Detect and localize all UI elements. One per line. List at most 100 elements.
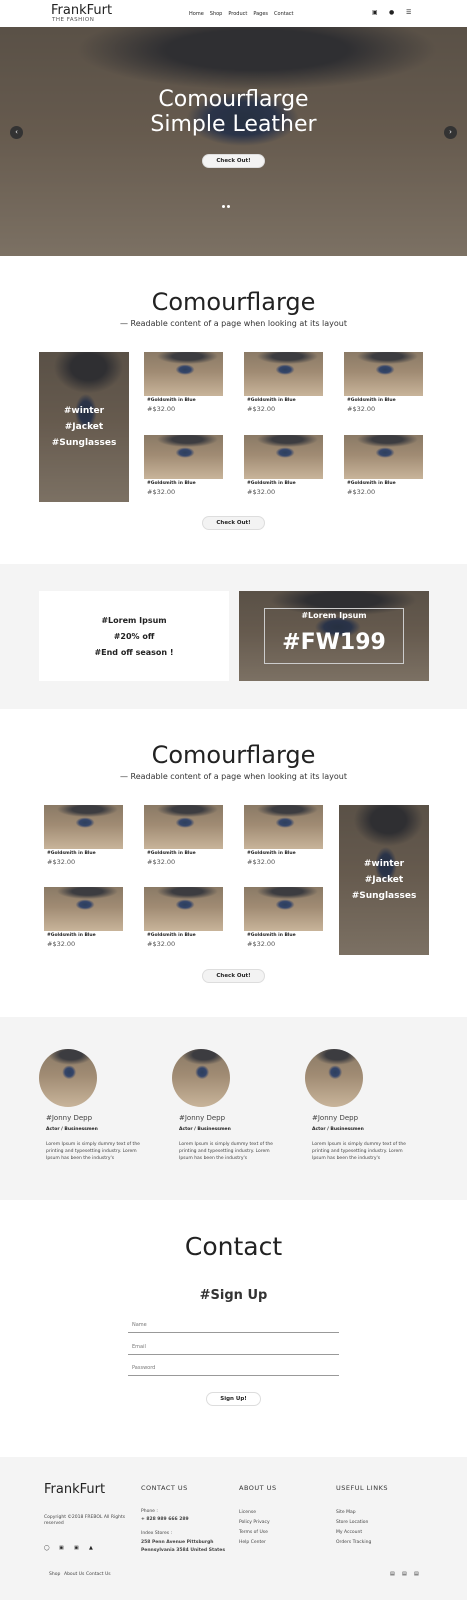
team-name: #Jonny Depp (179, 1114, 226, 1122)
section2-feature-tile[interactable]: #winter #Jacket #Sunglasses (339, 805, 429, 955)
product-image[interactable] (144, 352, 223, 396)
product-image[interactable] (144, 435, 223, 479)
product-card[interactable]: #Goldsmith in Blue #$32.00 (244, 435, 323, 499)
product-name[interactable]: #Goldsmith in Blue (147, 851, 196, 856)
product-name[interactable]: #Goldsmith in Blue (147, 481, 196, 486)
product-name[interactable]: #Goldsmith in Blue (247, 481, 296, 486)
product-card[interactable]: #Goldsmith in Blue #$32.00 (144, 435, 223, 499)
footer-links-heading: USEFUL LINKS (336, 1484, 388, 1492)
hero-title-line2: Simple Leather (150, 112, 317, 137)
linkedin-icon[interactable]: ▣ (59, 1545, 64, 1551)
tag-winter[interactable]: #winter (64, 406, 104, 416)
footer-about-link[interactable]: Help Center (239, 1540, 266, 1545)
nav-home[interactable]: Home (189, 11, 204, 17)
product-name[interactable]: #Goldsmith in Blue (247, 933, 296, 938)
name-field[interactable]: Name (128, 1321, 339, 1333)
product-image[interactable] (44, 887, 123, 931)
hero-check-out-button[interactable]: Check Out! (202, 154, 265, 168)
product-image[interactable] (44, 805, 123, 849)
product-card[interactable]: #Goldsmith in Blue #$32.00 (244, 887, 323, 951)
product-price: #$32.00 (247, 940, 276, 948)
tag-sunglasses[interactable]: #Sunglasses (352, 891, 417, 901)
product-image[interactable] (144, 887, 223, 931)
tag-winter[interactable]: #winter (364, 859, 404, 869)
section2-check-out-button[interactable]: Check Out! (202, 969, 265, 983)
nav-shop[interactable]: Shop (210, 11, 223, 17)
footer-nav-link[interactable]: Contact Us (86, 1572, 111, 1577)
email-field[interactable]: Email (128, 1343, 339, 1355)
slider-prev-button[interactable]: ‹ (10, 126, 23, 139)
team-name: #Jonny Depp (46, 1114, 93, 1122)
footer-useful-link[interactable]: My Account (336, 1530, 362, 1535)
nav-contact[interactable]: Contact (274, 11, 293, 17)
footer-useful-link[interactable]: Store Location (336, 1520, 368, 1525)
bag-icon[interactable]: ▣ (372, 9, 378, 16)
footer-about-link[interactable]: Policy Privacy (239, 1520, 270, 1525)
product-price: #$32.00 (347, 405, 376, 413)
product-image[interactable] (244, 435, 323, 479)
product-name[interactable]: #Goldsmith in Blue (247, 398, 296, 403)
product-card[interactable]: #Goldsmith in Blue #$32.00 (344, 352, 423, 416)
product-card[interactable]: #Goldsmith in Blue #$32.00 (144, 805, 223, 869)
product-name[interactable]: #Goldsmith in Blue (47, 851, 96, 856)
team-role: Actor / Businessmen (312, 1127, 364, 1132)
product-name[interactable]: #Goldsmith in Blue (147, 398, 196, 403)
credit-card-icon: ▤ (414, 1571, 419, 1577)
footer-nav-link[interactable]: Shop (49, 1572, 60, 1577)
section1-subtitle: — Readable content of a page when lookin… (119, 319, 348, 328)
team-avatar (172, 1049, 230, 1107)
product-price: #$32.00 (347, 488, 376, 496)
facebook-icon[interactable]: ▣ (74, 1545, 79, 1551)
slider-next-button[interactable]: › (444, 126, 457, 139)
hero-banner (0, 27, 467, 256)
nav-pages[interactable]: Pages (253, 11, 268, 17)
product-image[interactable] (144, 805, 223, 849)
product-image[interactable] (344, 352, 423, 396)
footer-about-link[interactable]: Terms of Use (239, 1530, 268, 1535)
footer-useful-link[interactable]: Orders Tracking (336, 1540, 371, 1545)
tag-jacket[interactable]: #Jacket (65, 422, 103, 432)
product-image[interactable] (244, 352, 323, 396)
product-name[interactable]: #Goldsmith in Blue (147, 933, 196, 938)
product-card[interactable]: #Goldsmith in Blue #$32.00 (244, 805, 323, 869)
product-image[interactable] (244, 887, 323, 931)
slider-dot[interactable] (227, 205, 230, 208)
promo-line: #20% off (113, 631, 155, 641)
nav-product[interactable]: Product (228, 11, 247, 17)
product-name[interactable]: #Goldsmith in Blue (47, 933, 96, 938)
instagram-icon[interactable]: ◯ (44, 1545, 50, 1551)
product-image[interactable] (244, 805, 323, 849)
brand-logo[interactable]: FrankFurt (51, 3, 112, 18)
team-role: Actor / Businessmen (46, 1127, 98, 1132)
footer-brand[interactable]: FrankFurt (44, 1482, 105, 1497)
footer-about-link[interactable]: License (239, 1510, 256, 1515)
product-card[interactable]: #Goldsmith in Blue #$32.00 (144, 352, 223, 416)
footer-useful-link[interactable]: Site Map (336, 1510, 356, 1515)
product-name[interactable]: #Goldsmith in Blue (347, 481, 396, 486)
product-name[interactable]: #Goldsmith in Blue (347, 398, 396, 403)
twitter-icon[interactable]: ▲ (89, 1545, 93, 1551)
tag-sunglasses[interactable]: #Sunglasses (52, 438, 117, 448)
slider-dot[interactable] (222, 205, 225, 208)
sign-up-button[interactable]: Sign Up! (206, 1392, 261, 1406)
credit-card-icon: ▤ (390, 1571, 395, 1577)
product-card[interactable]: #Goldsmith in Blue #$32.00 (144, 887, 223, 951)
menu-icon[interactable]: ☰ (406, 9, 411, 16)
product-image[interactable] (344, 435, 423, 479)
header: FrankFurt THE FASHION Home Shop Product … (0, 0, 467, 27)
product-card[interactable]: #Goldsmith in Blue #$32.00 (44, 805, 123, 869)
section1-feature-tile[interactable]: #winter #Jacket #Sunglasses (39, 352, 129, 502)
product-name[interactable]: #Goldsmith in Blue (247, 851, 296, 856)
footer-nav-link[interactable]: About Us (64, 1572, 84, 1577)
product-card[interactable]: #Goldsmith in Blue #$32.00 (244, 352, 323, 416)
password-field[interactable]: Password (128, 1364, 339, 1376)
product-card[interactable]: #Goldsmith in Blue #$32.00 (344, 435, 423, 499)
footer-address: 258 Penn Avenue Pittsburgh (141, 1540, 214, 1545)
tag-jacket[interactable]: #Jacket (365, 875, 403, 885)
product-price: #$32.00 (147, 940, 176, 948)
user-icon[interactable]: ● (389, 9, 394, 16)
section1-check-out-button[interactable]: Check Out! (202, 516, 265, 530)
footer (0, 1457, 467, 1600)
section2-title: Comourflarge (151, 741, 316, 769)
product-card[interactable]: #Goldsmith in Blue #$32.00 (44, 887, 123, 951)
